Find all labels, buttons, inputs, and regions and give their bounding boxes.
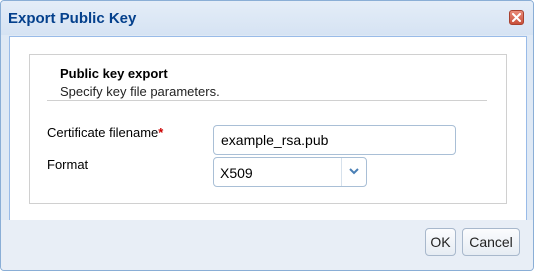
chevron-down-icon: [349, 168, 359, 175]
dialog-titlebar[interactable]: Export Public Key: [1, 1, 533, 35]
certificate-filename-label: Certificate filename*: [47, 125, 163, 140]
certificate-filename-label-text: Certificate filename: [47, 125, 159, 140]
format-select[interactable]: X509: [213, 157, 367, 187]
close-icon: [512, 13, 521, 22]
format-dropdown-trigger[interactable]: [341, 158, 366, 186]
required-mark: *: [158, 125, 164, 140]
panel-divider: [47, 100, 487, 101]
close-button[interactable]: [509, 10, 524, 25]
panel-subheading: Specify key file parameters.: [60, 84, 220, 99]
panel-heading: Public key export: [60, 66, 168, 81]
format-selected-value: X509: [220, 165, 253, 181]
dialog-title: Export Public Key: [8, 10, 137, 27]
cancel-button[interactable]: Cancel: [462, 228, 520, 256]
certificate-filename-input[interactable]: [213, 125, 456, 155]
ok-button[interactable]: OK: [425, 228, 456, 256]
format-label: Format: [47, 157, 89, 172]
